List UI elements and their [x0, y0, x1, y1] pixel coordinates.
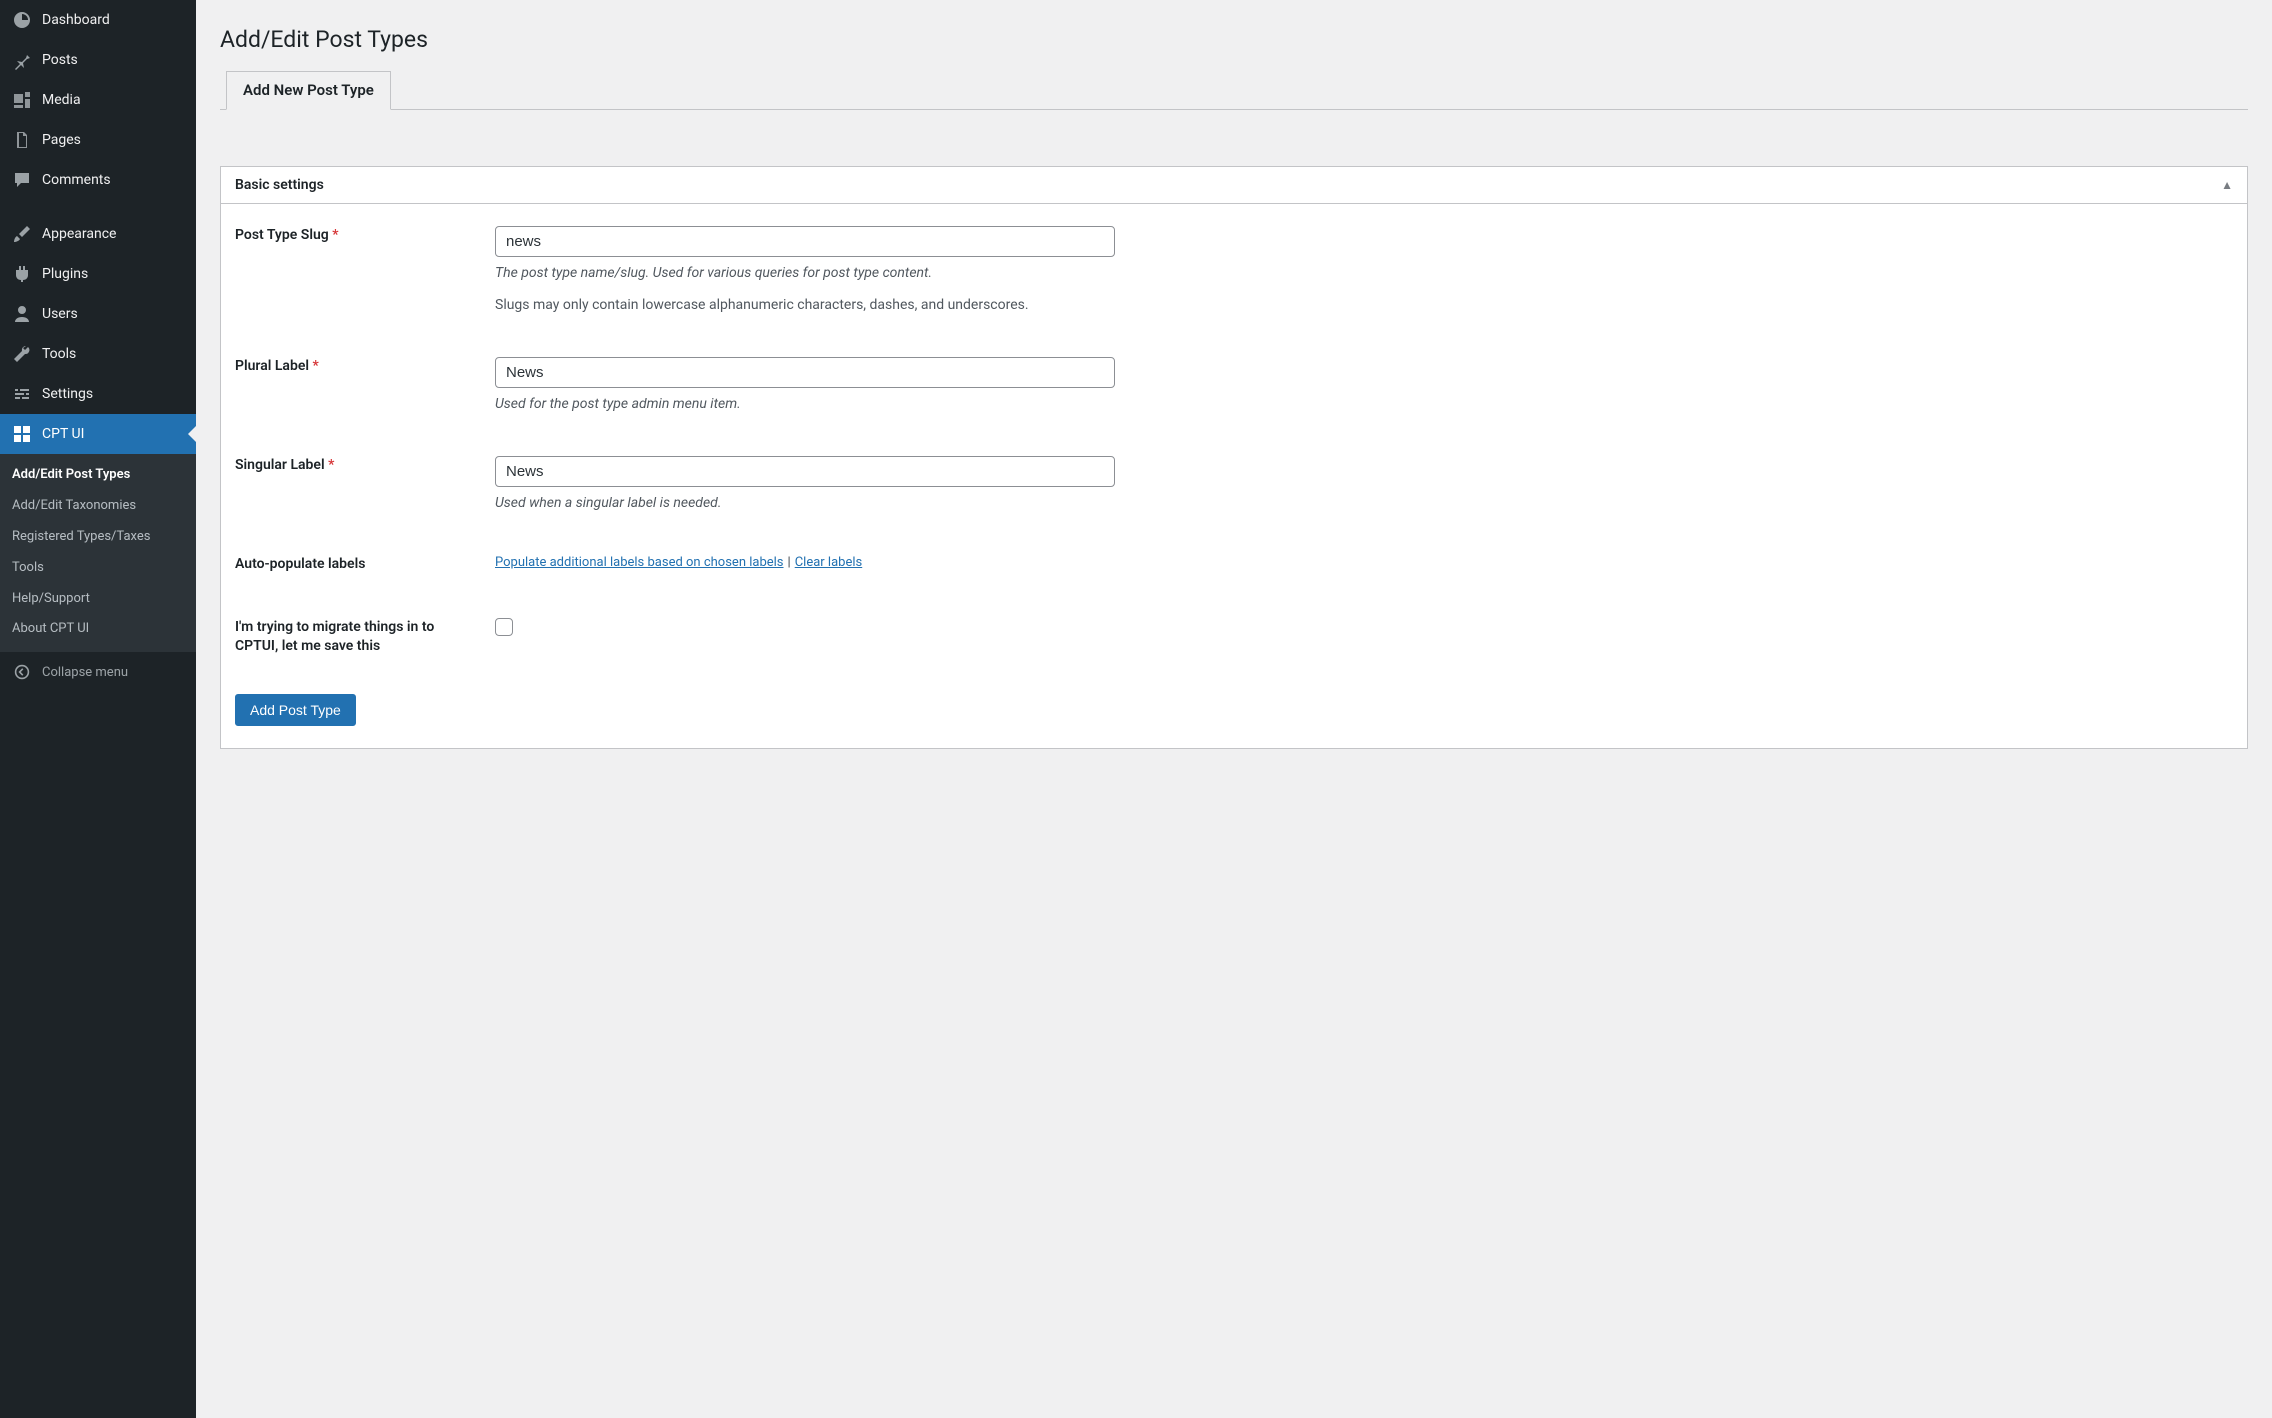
add-post-type-button[interactable]: Add Post Type	[235, 694, 356, 726]
required-indicator: *	[332, 227, 338, 243]
clear-labels-link[interactable]: Clear labels	[795, 555, 863, 570]
singular-desc: Used when a singular label is needed.	[495, 495, 2233, 511]
sidebar-item-label: Posts	[42, 52, 78, 68]
migrate-label: I'm trying to migrate things in to CPTUI…	[235, 619, 434, 654]
sidebar-item-label: Comments	[42, 172, 111, 188]
sidebar-item-settings[interactable]: Settings	[0, 374, 196, 414]
sidebar-item-tools[interactable]: Tools	[0, 334, 196, 374]
migrate-checkbox[interactable]	[495, 618, 513, 636]
dashboard-icon	[12, 10, 32, 30]
collapse-menu-button[interactable]: Collapse menu	[0, 651, 196, 692]
slug-desc: The post type name/slug. Used for variou…	[495, 265, 2233, 281]
sidebar-item-users[interactable]: Users	[0, 294, 196, 334]
pages-icon	[12, 130, 32, 150]
admin-sidebar: Dashboard Posts Media Pages Comments App…	[0, 0, 196, 1418]
populate-labels-link[interactable]: Populate additional labels based on chos…	[495, 555, 784, 570]
required-indicator: *	[313, 358, 319, 374]
slug-desc-rules: Slugs may only contain lowercase alphanu…	[495, 297, 2233, 313]
sidebar-item-pages[interactable]: Pages	[0, 120, 196, 160]
basic-settings-box: Basic settings ▲ Post Type Slug * The po…	[220, 166, 2248, 749]
grid-icon	[12, 424, 32, 444]
brush-icon	[12, 224, 32, 244]
collapse-menu-label: Collapse menu	[42, 665, 128, 680]
comments-icon	[12, 170, 32, 190]
sidebar-item-label: Pages	[42, 132, 81, 148]
plugin-icon	[12, 264, 32, 284]
sidebar-item-dashboard[interactable]: Dashboard	[0, 0, 196, 40]
user-icon	[12, 304, 32, 324]
main-content: Add/Edit Post Types Add New Post Type Ba…	[196, 0, 2272, 1418]
sidebar-item-label: Users	[42, 306, 78, 322]
plural-label-input[interactable]	[495, 357, 1115, 388]
media-icon	[12, 90, 32, 110]
singular-label-input[interactable]	[495, 456, 1115, 487]
submenu-add-edit-taxonomies[interactable]: Add/Edit Taxonomies	[0, 491, 196, 522]
slug-label: Post Type Slug	[235, 227, 329, 243]
plural-label: Plural Label	[235, 358, 309, 374]
sidebar-item-appearance[interactable]: Appearance	[0, 214, 196, 254]
sidebar-item-label: Settings	[42, 386, 93, 402]
sidebar-item-posts[interactable]: Posts	[0, 40, 196, 80]
auto-populate-label: Auto-populate labels	[235, 556, 365, 572]
submenu-add-edit-post-types[interactable]: Add/Edit Post Types	[0, 460, 196, 491]
wrench-icon	[12, 344, 32, 364]
plural-desc: Used for the post type admin menu item.	[495, 396, 2233, 412]
sidebar-item-media[interactable]: Media	[0, 80, 196, 120]
submenu-help-support[interactable]: Help/Support	[0, 584, 196, 615]
basic-settings-header: Basic settings ▲	[221, 167, 2247, 204]
post-type-slug-input[interactable]	[495, 226, 1115, 257]
tab-add-new-post-type[interactable]: Add New Post Type	[226, 71, 391, 110]
submenu-tools[interactable]: Tools	[0, 553, 196, 584]
sidebar-item-label: Media	[42, 92, 81, 108]
singular-label: Singular Label	[235, 457, 325, 473]
sidebar-item-comments[interactable]: Comments	[0, 160, 196, 200]
submenu-about-cpt-ui[interactable]: About CPT UI	[0, 614, 196, 645]
sidebar-item-plugins[interactable]: Plugins	[0, 254, 196, 294]
cpt-ui-submenu: Add/Edit Post Types Add/Edit Taxonomies …	[0, 454, 196, 651]
link-separator: |	[784, 555, 795, 570]
tabs: Add New Post Type	[220, 71, 2248, 110]
sliders-icon	[12, 384, 32, 404]
sidebar-item-label: Tools	[42, 346, 76, 362]
collapse-icon	[12, 662, 32, 682]
basic-settings-form: Post Type Slug * The post type name/slug…	[221, 204, 2247, 678]
page-title: Add/Edit Post Types	[220, 26, 2248, 53]
submenu-registered-types-taxes[interactable]: Registered Types/Taxes	[0, 522, 196, 553]
sidebar-item-label: Appearance	[42, 226, 116, 242]
sidebar-item-cpt-ui[interactable]: CPT UI	[0, 414, 196, 454]
sidebar-item-label: Dashboard	[42, 12, 110, 28]
sidebar-item-label: Plugins	[42, 266, 88, 282]
pin-icon	[12, 50, 32, 70]
required-indicator: *	[328, 457, 334, 473]
toggle-panel-button[interactable]: ▲	[2221, 178, 2233, 192]
sidebar-item-label: CPT UI	[42, 426, 84, 442]
box-title: Basic settings	[235, 177, 324, 193]
